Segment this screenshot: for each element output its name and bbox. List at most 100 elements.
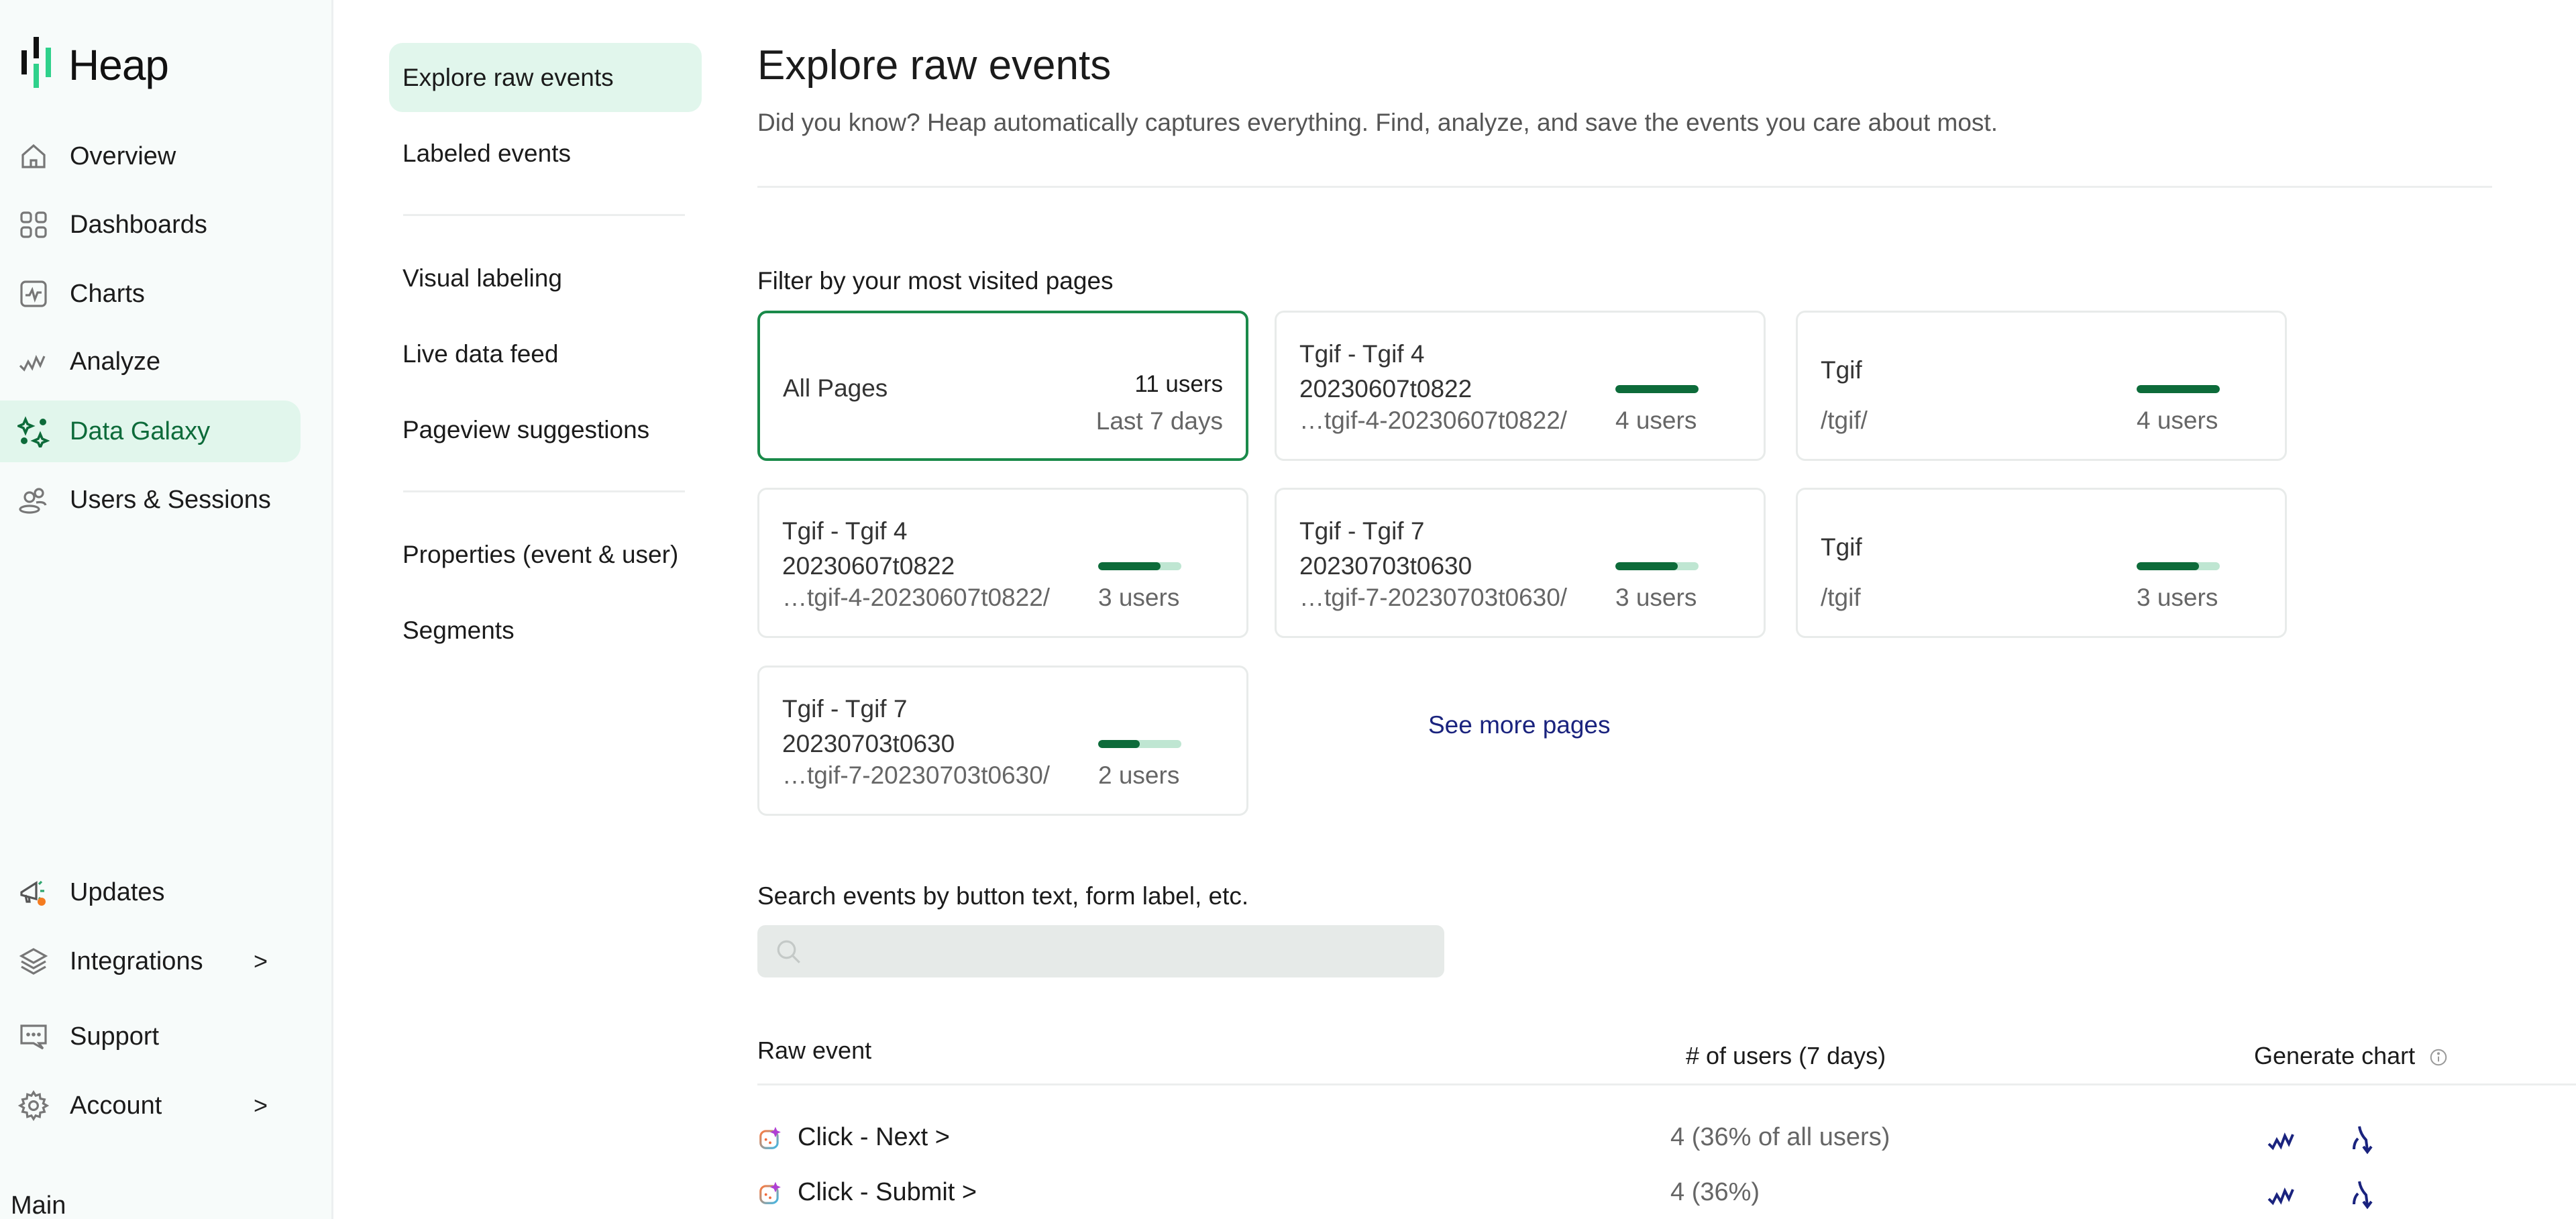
column-header-raw-event[interactable]: Raw event	[757, 1037, 871, 1065]
event-user-count: 4 (36%)	[1670, 1178, 1760, 1206]
page-card-all-pages[interactable]: All Pages 11 users Last 7 days	[757, 311, 1248, 461]
event-user-count: 4 (36% of all users)	[1670, 1123, 1890, 1151]
gear-icon	[17, 1090, 50, 1122]
page-card-users: 3 users	[1615, 584, 1697, 611]
page-card-name: Tgif - Tgif 7 20230703t0630	[782, 695, 955, 757]
analyze-wave-icon	[17, 346, 50, 378]
event-name[interactable]: Click - Next >	[798, 1123, 950, 1152]
autocaptured-event-icon	[759, 1126, 781, 1149]
environment-label[interactable]: Main	[11, 1191, 66, 1219]
page-card-usage-fill	[1615, 385, 1699, 393]
subnav-visual-labeling[interactable]: Visual labeling	[389, 244, 702, 313]
see-more-pages-link[interactable]: See more pages	[1428, 711, 1611, 739]
page-card-users: 2 users	[1098, 761, 1180, 789]
sidebar-item-label: Overview	[70, 142, 176, 170]
search-label: Search events by button text, form label…	[757, 882, 1249, 910]
event-search-input[interactable]	[757, 925, 1444, 977]
data-galaxy-subnav: Explore raw events Labeled events Visual…	[333, 0, 726, 1219]
sparkles-icon	[17, 415, 50, 447]
divider	[757, 186, 2492, 188]
page-card-users: 3 users	[1098, 584, 1180, 611]
heap-logo-icon	[21, 37, 51, 88]
page-card-name: All Pages	[783, 374, 888, 402]
subnav-segments[interactable]: Segments	[389, 596, 702, 665]
page-subtitle: Did you know? Heap automatically capture…	[757, 109, 1998, 136]
sidebar-item-data-galaxy[interactable]: Data Galaxy	[0, 401, 301, 462]
table-row[interactable]: Click - Submit > 4 (36%)	[757, 1167, 2576, 1219]
sidebar-item-label: Updates	[70, 878, 165, 906]
page-card-users: 3 users	[2137, 584, 2218, 611]
home-icon	[17, 140, 50, 172]
sidebar-item-label: Integrations	[70, 947, 203, 975]
subnav-properties[interactable]: Properties (event & user)	[389, 520, 702, 589]
page-card-usage-bar	[1098, 562, 1181, 570]
page-card-users: 4 users	[1615, 407, 1697, 434]
column-header-generate-chart: Generate chart	[2254, 1042, 2449, 1070]
page-card[interactable]: Tgif /tgif 3 users	[1796, 488, 2287, 638]
sidebar-item-integrations[interactable]: Integrations >	[0, 931, 301, 992]
page-card[interactable]: Tgif - Tgif 4 20230607t0822 …tgif-4-2023…	[1275, 311, 1766, 461]
page-card-total-users: 11 users	[1134, 371, 1223, 397]
funnel-chart-button[interactable]	[2341, 1120, 2380, 1159]
sidebar-item-analyze[interactable]: Analyze	[0, 331, 301, 392]
page-card[interactable]: Tgif - Tgif 7 20230703t0630 …tgif-7-2023…	[757, 666, 1248, 816]
sidebar-item-updates[interactable]: Updates	[0, 861, 301, 923]
sidebar-item-dashboards[interactable]: Dashboards	[0, 194, 301, 256]
sidebar-item-account[interactable]: Account >	[0, 1075, 301, 1136]
primary-sidebar: Heap Overview Dashboards Charts Analyze …	[0, 0, 333, 1219]
subnav-explore-raw-events[interactable]: Explore raw events	[389, 43, 702, 112]
sidebar-item-label: Dashboards	[70, 210, 207, 239]
sidebar-item-charts[interactable]: Charts	[0, 263, 301, 325]
page-card-path: /tgif/	[1821, 407, 1868, 434]
sidebar-item-support[interactable]: Support	[0, 1006, 301, 1067]
info-icon[interactable]	[2428, 1047, 2449, 1067]
chevron-right-icon: >	[254, 1092, 268, 1119]
page-card-path: …tgif-7-20230703t0630/	[782, 761, 1051, 789]
charts-icon	[17, 278, 50, 310]
heap-logo[interactable]: Heap	[21, 35, 169, 95]
megaphone-icon	[17, 876, 50, 908]
chevron-right-icon: >	[254, 947, 268, 975]
subnav-labeled-events[interactable]: Labeled events	[389, 119, 702, 188]
page-card-usage-bar	[1615, 562, 1699, 570]
page-card-path: …tgif-4-20230607t0822/	[782, 584, 1051, 611]
sidebar-item-label: Account	[70, 1091, 162, 1120]
sidebar-item-overview[interactable]: Overview	[0, 125, 301, 187]
funnel-chart-button[interactable]	[2341, 1175, 2380, 1214]
subnav-live-data-feed[interactable]: Live data feed	[389, 319, 702, 388]
page-card-name: Tgif - Tgif 4 20230607t0822	[782, 517, 955, 580]
page-card-usage-fill	[2137, 562, 2199, 570]
sidebar-item-users-sessions[interactable]: Users & Sessions	[0, 469, 301, 531]
graph-chart-button[interactable]	[2263, 1175, 2302, 1214]
page-card-path: /tgif	[1821, 584, 1861, 611]
page-card-usage-bar	[2137, 385, 2220, 393]
page-card[interactable]: Tgif - Tgif 7 20230703t0630 …tgif-7-2023…	[1275, 488, 1766, 638]
autocaptured-event-icon	[759, 1181, 781, 1204]
graph-chart-icon	[2267, 1187, 2294, 1206]
layers-icon	[17, 945, 50, 977]
page-card-name: Tgif	[1821, 533, 1862, 561]
page-card-period: Last 7 days	[1095, 407, 1223, 435]
table-row[interactable]: Click - Next > 4 (36% of all users)	[757, 1112, 2576, 1166]
sidebar-item-label: Users & Sessions	[70, 485, 271, 514]
page-card[interactable]: Tgif /tgif/ 4 users	[1796, 311, 2287, 461]
main-content: Explore raw events Did you know? Heap au…	[757, 0, 2576, 1219]
column-header-users[interactable]: # of users (7 days)	[1686, 1042, 1886, 1070]
page-card-usage-fill	[1615, 562, 1678, 570]
funnel-chart-icon	[2353, 1126, 2373, 1155]
sidebar-item-label: Charts	[70, 279, 145, 308]
page-card-name: Tgif	[1821, 356, 1862, 384]
filter-label: Filter by your most visited pages	[757, 267, 1114, 295]
graph-chart-button[interactable]	[2263, 1120, 2302, 1159]
page-card-usage-fill	[2137, 385, 2220, 393]
dashboards-grid-icon	[17, 209, 50, 241]
divider	[403, 214, 685, 216]
event-name[interactable]: Click - Submit >	[798, 1178, 977, 1207]
page-card[interactable]: Tgif - Tgif 4 20230607t0822 …tgif-4-2023…	[757, 488, 1248, 638]
subnav-pageview-suggestions[interactable]: Pageview suggestions	[389, 395, 702, 464]
graph-chart-icon	[2267, 1132, 2294, 1151]
chat-bubble-icon	[17, 1020, 50, 1053]
divider	[403, 490, 685, 492]
sidebar-item-label: Analyze	[70, 347, 161, 376]
app-name: Heap	[68, 41, 169, 89]
